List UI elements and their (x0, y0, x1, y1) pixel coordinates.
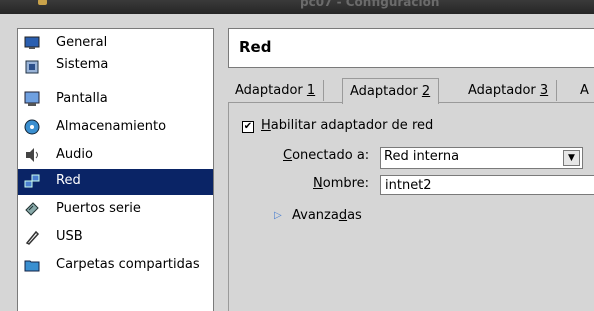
settings-sidebar: General Sistema Pantalla Almacenamiento … (17, 28, 214, 311)
expand-triangle-icon[interactable]: ▷ (274, 210, 282, 221)
chevron-down-icon[interactable]: ▼ (563, 150, 580, 166)
monitor-icon (24, 36, 40, 49)
sidebar-item-usb[interactable]: USB (18, 225, 213, 251)
tab-adaptador-2[interactable]: Adaptador 2 (342, 78, 440, 104)
name-label: Nombre: (313, 176, 369, 191)
sidebar-item-almacenamiento[interactable]: Almacenamiento (18, 115, 213, 141)
accel-key: d (338, 208, 348, 223)
attached-to-label: Conectado a: (283, 148, 369, 163)
sidebar-item-label: Audio (56, 147, 93, 162)
serial-port-icon (25, 202, 39, 216)
sidebar-item-puertos-serie[interactable]: Puertos serie (18, 197, 213, 223)
page-title: Red (239, 38, 272, 56)
window-titlebar: pc07 - Configuración (0, 0, 594, 14)
label-text: abilitar adaptador de red (270, 118, 434, 133)
advanced-toggle[interactable]: Avanzadas (292, 208, 362, 223)
sidebar-item-label: USB (56, 229, 83, 244)
window-title: pc07 - Configuración (300, 0, 440, 9)
sidebar-item-label: Pantalla (56, 91, 108, 106)
sidebar-item-label: Puertos serie (56, 201, 141, 216)
folder-icon (24, 260, 40, 272)
usb-icon (25, 230, 40, 245)
page-header: Red (228, 28, 594, 68)
label-text: onectado a: (292, 148, 370, 163)
chip-icon (25, 60, 39, 74)
tab-adaptador-1[interactable]: Adaptador 1 (228, 80, 325, 101)
label-text: Avanza (292, 208, 339, 223)
label-text: ombre: (322, 176, 370, 191)
tab-adaptador-3[interactable]: Adaptador 3 (461, 80, 558, 101)
sidebar-item-pantalla[interactable]: Pantalla (18, 87, 213, 113)
tab-accel: 3 (539, 83, 549, 98)
accel-key: N (313, 176, 323, 191)
accel-key: C (283, 148, 293, 163)
enable-adapter-label[interactable]: Habilitar adaptador de red (261, 118, 433, 133)
sidebar-item-label: Carpetas compartidas (56, 257, 200, 272)
display-icon (24, 91, 40, 106)
tab-accel: 2 (421, 84, 431, 99)
label-text: as (347, 208, 362, 223)
tab-label: Adaptador (235, 83, 307, 98)
sidebar-item-red[interactable]: Red (18, 169, 213, 195)
sidebar-item-sistema[interactable]: Sistema (18, 55, 213, 81)
disk-icon (24, 119, 40, 135)
enable-adapter-checkbox[interactable]: ✔ (242, 121, 254, 133)
sidebar-item-label: General (56, 35, 108, 50)
sidebar-item-label: Red (56, 173, 81, 188)
tab-label: Adaptador (350, 84, 422, 99)
adapter-tabs: Adaptador 1 Adaptador 2 Adaptador 3 A (228, 78, 594, 104)
tab-label: Adaptador (468, 83, 540, 98)
tab-accel: 1 (306, 83, 316, 98)
sidebar-item-label: Almacenamiento (56, 119, 167, 134)
app-icon (38, 0, 47, 5)
select-value: Red interna (384, 149, 460, 164)
attached-to-select[interactable]: Red interna ▼ (380, 147, 583, 169)
sidebar-item-audio[interactable]: Audio (18, 143, 213, 169)
adapter-panel (228, 102, 594, 311)
name-input[interactable] (380, 175, 594, 195)
sidebar-item-carpetas-compartidas[interactable]: Carpetas compartidas (18, 253, 213, 279)
sidebar-item-general[interactable]: General (18, 31, 213, 57)
sidebar-item-label: Sistema (56, 57, 109, 72)
accel-key: H (261, 118, 271, 133)
speaker-icon (26, 148, 38, 162)
tab-label: A (580, 83, 589, 98)
network-icon (24, 174, 40, 188)
tab-adaptador-4[interactable]: A (573, 80, 594, 101)
